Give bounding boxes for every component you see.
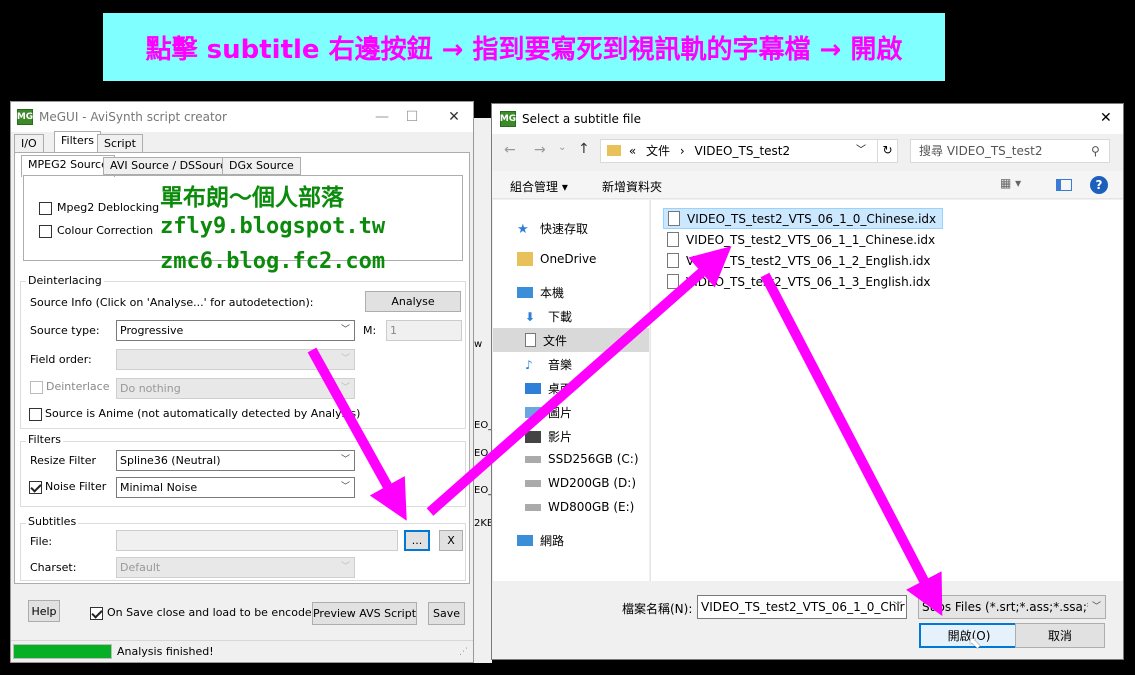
annotation-arrows: [307, 246, 943, 616]
arrow-to-open-button: [760, 272, 943, 616]
arrow-to-subtitle-file: [426, 246, 732, 516]
mouse-cursor-icon: ⬉: [968, 633, 982, 652]
arrow-to-browse-button: [307, 347, 407, 521]
